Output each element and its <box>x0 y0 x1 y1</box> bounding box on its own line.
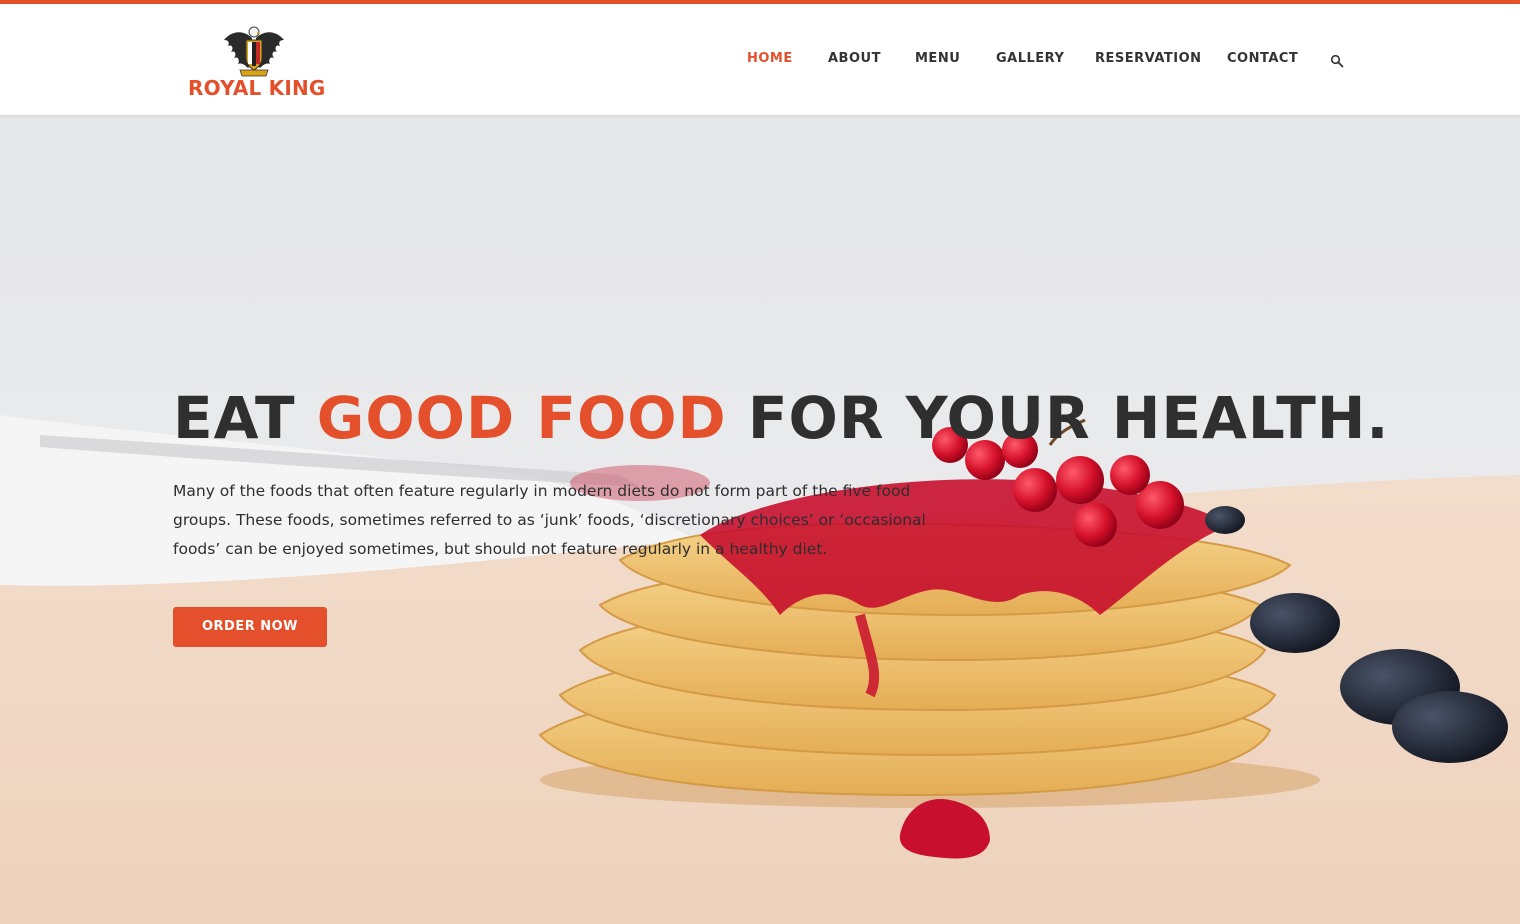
hero-section: EAT GOOD FOOD FOR YOUR HEALTH. Many of t… <box>0 115 1520 924</box>
nav-item-contact[interactable]: CONTACT <box>1227 48 1298 70</box>
hero-title-part2: FOR YOUR HEALTH. <box>726 384 1390 452</box>
nav-item-about[interactable]: ABOUT <box>828 48 881 70</box>
search-icon[interactable] <box>1330 53 1344 68</box>
nav-item-home[interactable]: HOME <box>747 48 793 70</box>
hero-description: Many of the foods that often feature reg… <box>173 482 926 558</box>
nav-item-reservation[interactable]: RESERVATION <box>1095 48 1202 70</box>
main-navigation: HOME ABOUT MENU GALLERY RESERVATION CONT… <box>0 48 1520 70</box>
hero-title-part1: EAT <box>173 384 317 452</box>
order-now-button[interactable]: ORDER NOW <box>173 607 327 647</box>
site-header: ROYAL KING HOME ABOUT MENU GALLERY RESER… <box>0 4 1520 115</box>
nav-item-gallery[interactable]: GALLERY <box>996 48 1064 70</box>
hero-title-accent: GOOD FOOD <box>316 384 727 452</box>
nav-item-menu[interactable]: MENU <box>915 48 960 70</box>
brand-name: ROYAL KING <box>188 76 326 100</box>
hero-title: EAT GOOD FOOD FOR YOUR HEALTH. <box>173 383 1388 453</box>
